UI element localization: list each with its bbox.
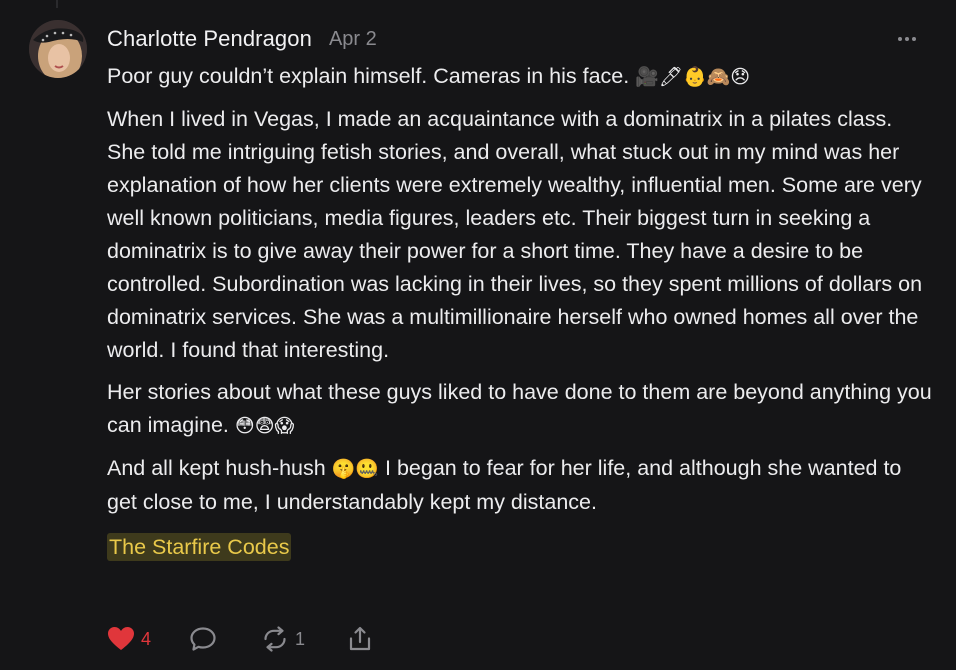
author-name[interactable]: Charlotte Pendragon [107,26,312,52]
post-header: Charlotte Pendragon Apr 2 [107,24,926,54]
more-icon[interactable] [896,28,918,50]
intro-text: Poor guy couldn’t explain himself. Camer… [107,64,630,88]
post-body: Poor guy couldn’t explain himself. Camer… [107,60,932,564]
paragraph-3-emoji: 🤫🤐 [331,458,380,480]
comment-icon [190,627,216,651]
paragraph-3-start: And all kept hush-hush [107,456,326,480]
starfire-codes-link[interactable]: The Starfire Codes [107,533,292,561]
repost-count: 1 [295,628,306,649]
avatar[interactable] [29,20,87,78]
share-icon [349,626,371,651]
paragraph-2-text: Her stories about what these guys liked … [107,380,932,437]
heart-icon [108,627,134,650]
share-button[interactable] [347,626,373,652]
paragraph-2-emoji: 😳😨😱 [234,415,295,437]
post-date[interactable]: Apr 2 [329,28,377,51]
repost-icon [264,626,286,652]
comment-button[interactable] [189,626,217,652]
like-count: 4 [141,628,152,649]
paragraph-3: And all kept hush-hush 🤫🤐 I began to fea… [107,452,932,519]
like-button[interactable]: 4 [107,626,151,652]
paragraph-1: When I lived in Vegas, I made an acquain… [107,107,923,362]
paragraph-2: Her stories about what these guys liked … [107,376,932,443]
thread-line [56,0,58,8]
repost-button[interactable]: 1 [261,626,305,652]
post-intro: Poor guy couldn’t explain himself. Camer… [107,60,932,94]
action-bar: 4 1 [107,624,373,654]
intro-emoji: 🎥🖊👶🙈😞 [635,66,751,88]
avatar-image [29,20,87,78]
